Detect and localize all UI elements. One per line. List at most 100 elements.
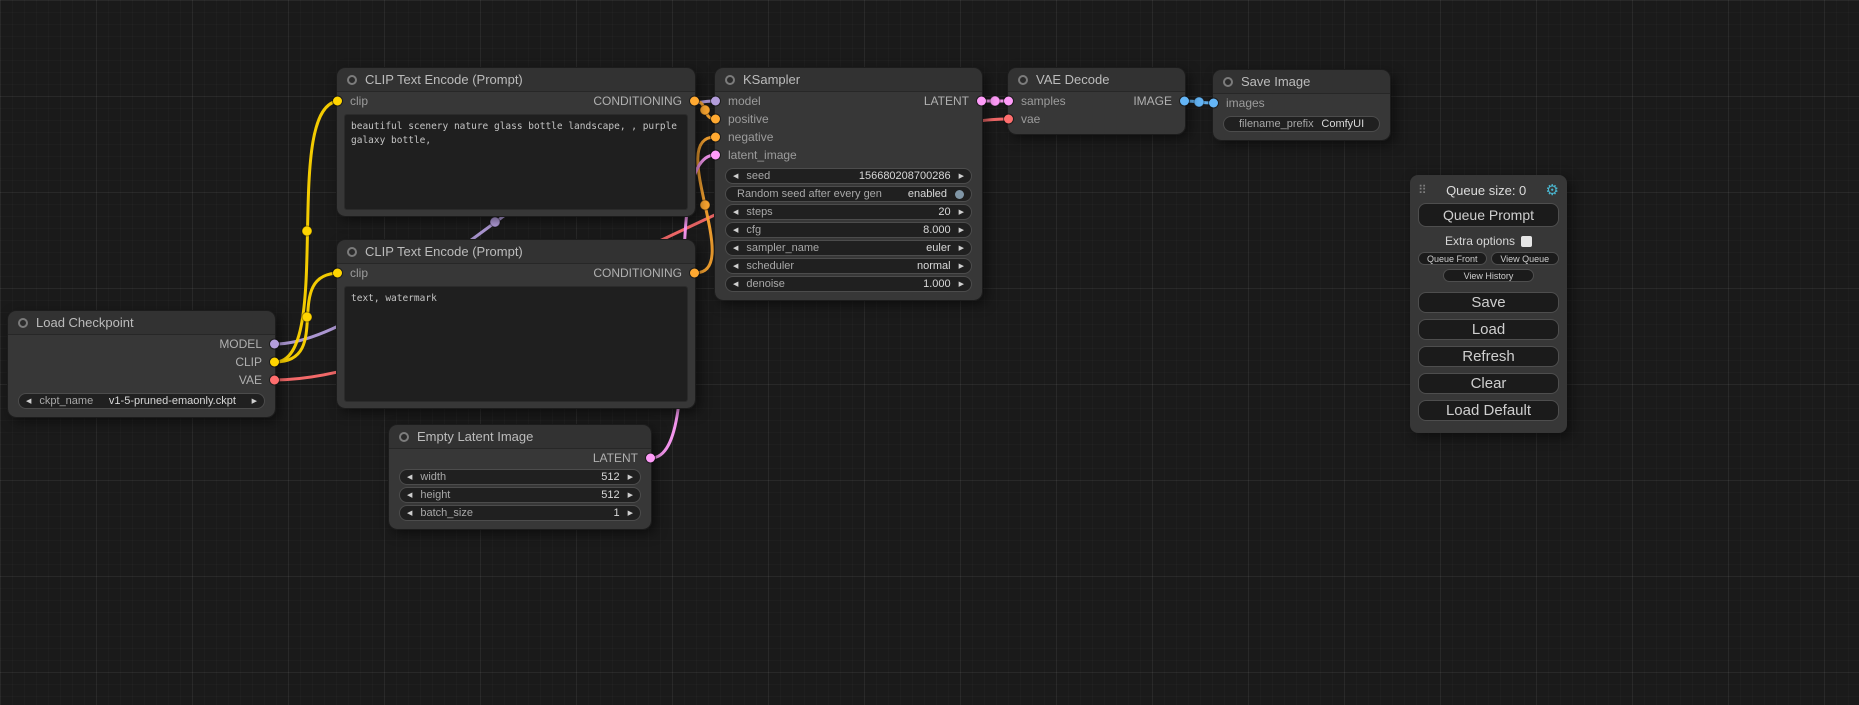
node-collapse-dot-icon[interactable] (1018, 75, 1028, 85)
prompt-textarea[interactable]: beautiful scenery nature glass bottle la… (344, 114, 688, 210)
increment-arrow-icon[interactable]: ▶ (628, 474, 633, 481)
node-collapse-dot-icon[interactable] (725, 75, 735, 85)
node-vae-decode[interactable]: VAE Decode samples IMAGE vae (1008, 68, 1185, 134)
widget-random-seed-toggle[interactable]: Random seed after every gen enabled (725, 186, 972, 202)
images-input-pin[interactable] (1209, 99, 1218, 108)
toggle-indicator-icon[interactable] (955, 190, 964, 199)
node-collapse-dot-icon[interactable] (347, 247, 357, 257)
decrement-arrow-icon[interactable]: ◀ (407, 474, 412, 481)
conditioning-output-pin[interactable] (690, 97, 699, 106)
node-ksampler[interactable]: KSampler model LATENT positive negative … (715, 68, 982, 300)
decrement-arrow-icon[interactable]: ◀ (407, 492, 412, 499)
prompt-textarea[interactable]: text, watermark (344, 286, 688, 402)
load-default-button[interactable]: Load Default (1418, 400, 1559, 421)
decrement-arrow-icon[interactable]: ◀ (407, 510, 412, 517)
increment-arrow-icon[interactable]: ▶ (628, 492, 633, 499)
prev-value-arrow-icon[interactable]: ◀ (733, 263, 738, 270)
clip-input-pin[interactable] (333, 269, 342, 278)
extra-options-checkbox[interactable] (1521, 236, 1532, 247)
widget-batch-size[interactable]: ◀ batch_size 1 ▶ (399, 505, 641, 521)
negative-input-pin[interactable] (711, 133, 720, 142)
clear-button[interactable]: Clear (1418, 373, 1559, 394)
slot-label: negative (728, 130, 773, 144)
slot-row: clip CONDITIONING (337, 264, 695, 282)
widget-ckpt-name[interactable]: ◀ ckpt_name v1-5-pruned-emaonly.ckpt ▶ (18, 393, 265, 409)
slot-row: clip CONDITIONING (337, 92, 695, 110)
clip-input-pin[interactable] (333, 97, 342, 106)
queue-front-button[interactable]: Queue Front (1418, 252, 1487, 265)
node-title-bar[interactable]: Save Image (1213, 70, 1390, 94)
wire-positive-midpoint-dot (700, 105, 710, 115)
widget-name: seed (746, 171, 770, 182)
image-output-pin[interactable] (1180, 97, 1189, 106)
samples-input-pin[interactable] (1004, 97, 1013, 106)
latent-output-pin[interactable] (977, 97, 986, 106)
node-title-bar[interactable]: KSampler (715, 68, 982, 92)
widget-denoise[interactable]: ◀ denoise 1.000 ▶ (725, 276, 972, 292)
view-queue-button[interactable]: View Queue (1491, 252, 1560, 265)
clip-output-pin[interactable] (270, 358, 279, 367)
widget-height[interactable]: ◀ height 512 ▶ (399, 487, 641, 503)
node-empty-latent-image[interactable]: Empty Latent Image LATENT ◀ width 512 ▶ … (389, 425, 651, 529)
node-title-bar[interactable]: Empty Latent Image (389, 425, 651, 449)
widget-scheduler[interactable]: ◀ scheduler normal ▶ (725, 258, 972, 274)
increment-arrow-icon[interactable]: ▶ (959, 281, 964, 288)
node-load-checkpoint[interactable]: Load Checkpoint MODEL CLIP VAE ◀ ckpt_na… (8, 311, 275, 417)
increment-arrow-icon[interactable]: ▶ (959, 227, 964, 234)
widget-steps[interactable]: ◀ steps 20 ▶ (725, 204, 972, 220)
latent-output-pin[interactable] (646, 454, 655, 463)
conditioning-output-pin[interactable] (690, 269, 699, 278)
input-slot-latent-image: latent_image (715, 146, 982, 164)
drag-handle-icon[interactable]: ⠿ (1418, 183, 1427, 197)
node-collapse-dot-icon[interactable] (1223, 77, 1233, 87)
widget-seed[interactable]: ◀ seed 156680208700286 ▶ (725, 168, 972, 184)
node-graph-canvas[interactable]: Load Checkpoint MODEL CLIP VAE ◀ ckpt_na… (0, 0, 1859, 705)
wire-clip-top-midpoint-dot (302, 226, 312, 236)
wire-model-midpoint-dot (490, 217, 500, 227)
load-button[interactable]: Load (1418, 319, 1559, 340)
widget-cfg[interactable]: ◀ cfg 8.000 ▶ (725, 222, 972, 238)
node-title-bar[interactable]: CLIP Text Encode (Prompt) (337, 68, 695, 92)
node-title-bar[interactable]: Load Checkpoint (8, 311, 275, 335)
next-value-arrow-icon[interactable]: ▶ (252, 398, 257, 405)
model-output-pin[interactable] (270, 340, 279, 349)
slot-label: CLIP (235, 355, 262, 369)
increment-arrow-icon[interactable]: ▶ (959, 209, 964, 216)
widget-filename-prefix[interactable]: filename_prefix ComfyUI (1223, 116, 1380, 132)
positive-input-pin[interactable] (711, 115, 720, 124)
node-collapse-dot-icon[interactable] (18, 318, 28, 328)
node-collapse-dot-icon[interactable] (347, 75, 357, 85)
decrement-arrow-icon[interactable]: ◀ (733, 281, 738, 288)
model-input-pin[interactable] (711, 97, 720, 106)
queue-prompt-button[interactable]: Queue Prompt (1418, 203, 1559, 227)
increment-arrow-icon[interactable]: ▶ (628, 510, 633, 517)
refresh-button[interactable]: Refresh (1418, 346, 1559, 367)
node-title-bar[interactable]: VAE Decode (1008, 68, 1185, 92)
prev-value-arrow-icon[interactable]: ◀ (26, 398, 31, 405)
widget-width[interactable]: ◀ width 512 ▶ (399, 469, 641, 485)
node-clip-text-encode-positive[interactable]: CLIP Text Encode (Prompt) clip CONDITION… (337, 68, 695, 216)
widget-value: 512 (601, 472, 619, 483)
decrement-arrow-icon[interactable]: ◀ (733, 227, 738, 234)
node-title-bar[interactable]: CLIP Text Encode (Prompt) (337, 240, 695, 264)
widget-sampler-name[interactable]: ◀ sampler_name euler ▶ (725, 240, 972, 256)
node-clip-text-encode-negative[interactable]: CLIP Text Encode (Prompt) clip CONDITION… (337, 240, 695, 408)
decrement-arrow-icon[interactable]: ◀ (733, 173, 738, 180)
save-button[interactable]: Save (1418, 292, 1559, 313)
decrement-arrow-icon[interactable]: ◀ (733, 209, 738, 216)
queue-menu-panel[interactable]: ⠿ Queue size: 0 ⚙ Queue Prompt Extra opt… (1410, 175, 1567, 433)
vae-output-pin[interactable] (270, 376, 279, 385)
next-value-arrow-icon[interactable]: ▶ (959, 263, 964, 270)
slot-label: images (1226, 96, 1265, 110)
settings-gear-icon[interactable]: ⚙ (1546, 181, 1559, 199)
prev-value-arrow-icon[interactable]: ◀ (733, 245, 738, 252)
slot-row: model LATENT (715, 92, 982, 110)
next-value-arrow-icon[interactable]: ▶ (959, 245, 964, 252)
node-title: Save Image (1241, 74, 1310, 89)
node-save-image[interactable]: Save Image images filename_prefix ComfyU… (1213, 70, 1390, 140)
node-collapse-dot-icon[interactable] (399, 432, 409, 442)
latent-image-input-pin[interactable] (711, 151, 720, 160)
view-history-button[interactable]: View History (1443, 269, 1533, 282)
vae-input-pin[interactable] (1004, 115, 1013, 124)
increment-arrow-icon[interactable]: ▶ (959, 173, 964, 180)
